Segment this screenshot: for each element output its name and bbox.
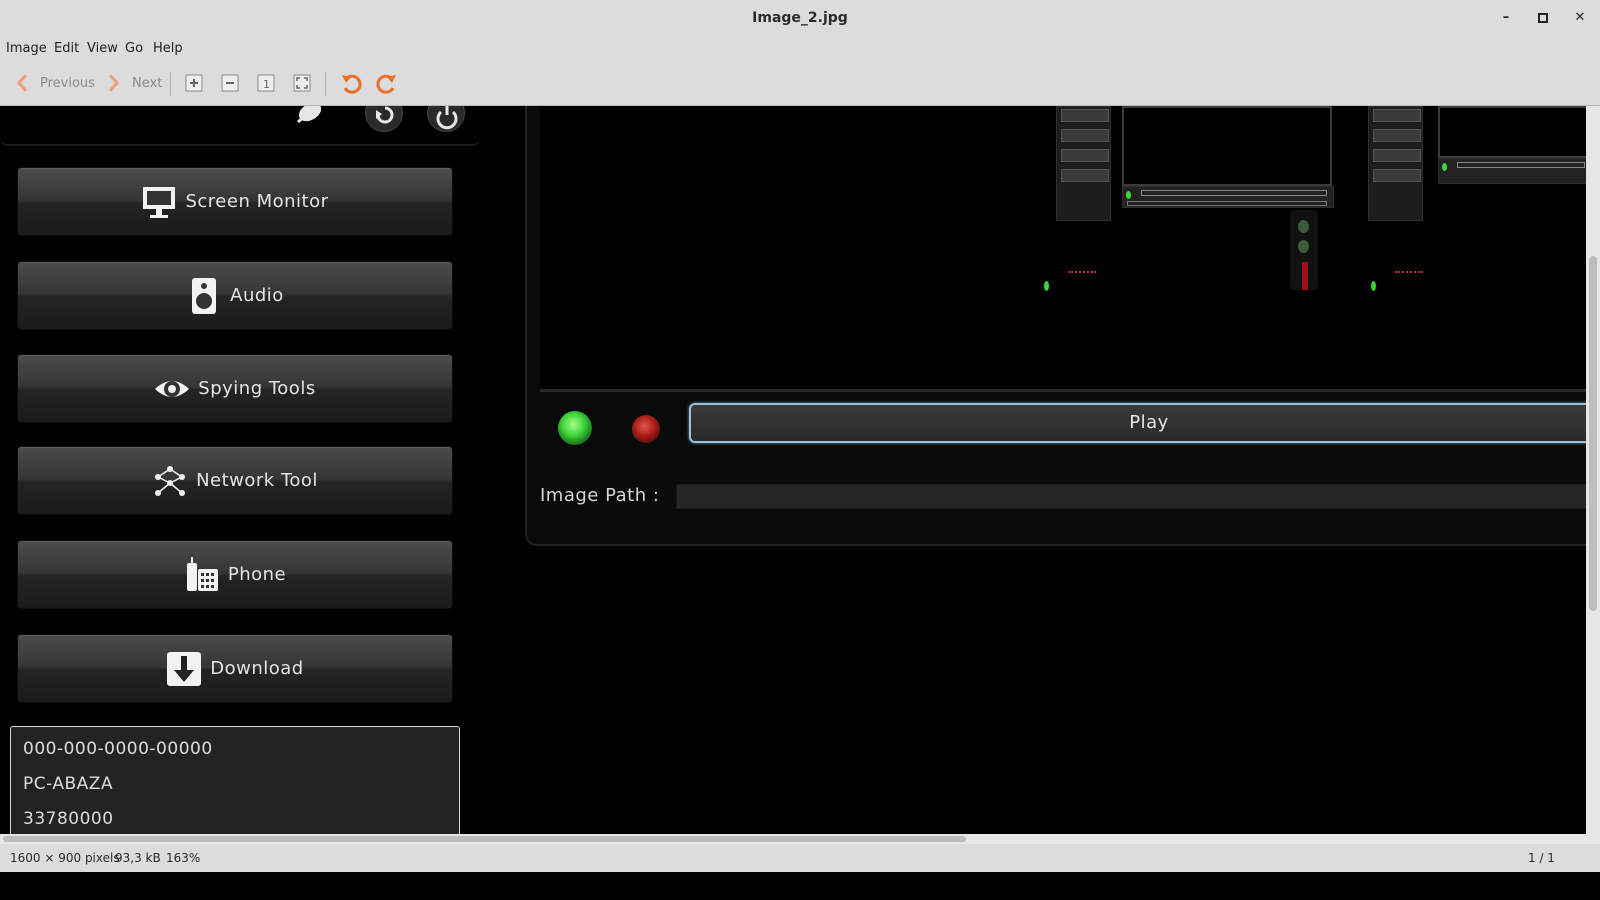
title-bar: Image_2.jpg – ✕	[0, 0, 1600, 37]
screen-preview	[540, 106, 1586, 392]
audio-label: Audio	[230, 285, 284, 306]
power-button[interactable]	[427, 106, 465, 132]
refresh-icon	[376, 106, 394, 124]
menu-go[interactable]: Go	[125, 41, 143, 56]
toolbar-separator	[170, 72, 171, 96]
toolbar: Previous Next 1	[0, 62, 1600, 106]
eye-icon	[155, 380, 190, 397]
play-button[interactable]: Play	[689, 403, 1586, 443]
preview-screen-2	[1438, 106, 1586, 158]
horizontal-scrollbar[interactable]	[0, 834, 1600, 844]
client-info-box: 000-000-0000-00000 PC-ABAZA 33780000	[10, 726, 460, 834]
menu-bar: Image Edit View Go Help	[0, 37, 1600, 62]
monitor-icon	[143, 186, 176, 218]
vertical-scrollbar[interactable]	[1586, 106, 1600, 834]
spying-tools-label: Spying Tools	[198, 378, 316, 399]
toolbar-separator	[325, 72, 326, 96]
image-viewport[interactable]: Screen Monitor Audio Spying Tools Networ…	[0, 106, 1586, 834]
plug-icon[interactable]	[295, 106, 325, 126]
screen-monitor-label: Screen Monitor	[185, 191, 329, 212]
close-icon[interactable]: ✕	[1569, 7, 1591, 29]
phone-button[interactable]: Phone	[17, 540, 453, 609]
maximize-icon[interactable]	[1532, 7, 1554, 29]
network-tool-label: Network Tool	[196, 470, 318, 491]
client-pc-name: PC-ABAZA	[23, 774, 114, 794]
next-button[interactable]: Next	[108, 73, 162, 93]
refresh-button[interactable]	[365, 106, 403, 132]
window-title: Image_2.jpg	[752, 10, 848, 26]
network-tool-button[interactable]: Network Tool	[17, 446, 453, 515]
status-led-green	[558, 411, 592, 445]
desktop-strip	[0, 872, 1600, 900]
image-dimensions: 1600 × 900 pixels	[10, 851, 120, 865]
client-value: 33780000	[23, 809, 114, 829]
speaker-icon	[192, 277, 217, 314]
power-icon	[436, 106, 458, 130]
chevron-right-icon	[108, 74, 119, 92]
zoom-level: 163%	[166, 851, 201, 865]
previous-label: Previous	[40, 75, 95, 91]
screen-monitor-button[interactable]: Screen Monitor	[17, 167, 453, 236]
preview-controls-2	[1438, 158, 1586, 184]
rotate-right-icon[interactable]	[376, 73, 398, 95]
vertical-scroll-thumb[interactable]	[1589, 256, 1597, 611]
download-label: Download	[210, 658, 304, 679]
preview-screen	[1122, 106, 1332, 186]
client-id: 000-000-0000-00000	[23, 739, 213, 759]
page-indicator: 1 / 1	[1528, 851, 1555, 865]
preview-controls	[1122, 186, 1334, 208]
minimize-icon[interactable]: –	[1495, 7, 1517, 29]
horizontal-scroll-thumb[interactable]	[3, 836, 966, 842]
top-icon-strip	[0, 106, 480, 146]
rotate-left-icon[interactable]	[340, 73, 362, 95]
image-path-label: Image Path :	[540, 485, 660, 506]
previous-button[interactable]: Previous	[16, 73, 95, 93]
menu-view[interactable]: View	[87, 41, 118, 56]
phone-icon	[186, 556, 218, 591]
zoom-fit-icon[interactable]	[292, 73, 312, 93]
next-label: Next	[132, 75, 163, 91]
menu-help[interactable]: Help	[153, 41, 183, 56]
image-path-field[interactable]	[676, 484, 1586, 509]
status-bar: 1600 × 900 pixels 93,3 kB 163% 1 / 1	[0, 844, 1600, 872]
file-size: 93,3 kB	[115, 851, 161, 865]
status-led-red	[632, 415, 660, 443]
svg-text:1: 1	[263, 78, 270, 91]
menu-edit[interactable]: Edit	[54, 41, 79, 56]
preview-sidebar-2	[1368, 106, 1423, 221]
menu-image[interactable]: Image	[6, 41, 47, 56]
phone-label: Phone	[227, 564, 287, 585]
preview-sidebar	[1056, 106, 1111, 221]
audio-button[interactable]: Audio	[17, 261, 453, 330]
spying-tools-button[interactable]: Spying Tools	[17, 354, 453, 423]
download-button[interactable]: Download	[17, 634, 453, 703]
network-icon	[155, 465, 186, 496]
zoom-in-icon[interactable]	[184, 73, 204, 93]
preview-cursor-artifact	[1290, 210, 1318, 290]
download-icon	[167, 651, 202, 686]
zoom-out-icon[interactable]	[220, 73, 240, 93]
zoom-normal-icon[interactable]: 1	[256, 73, 276, 93]
chevron-left-icon	[17, 74, 28, 92]
